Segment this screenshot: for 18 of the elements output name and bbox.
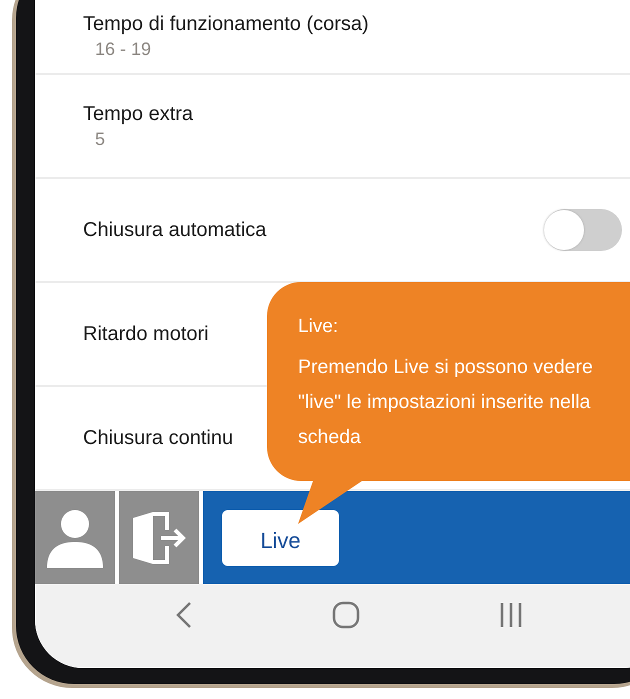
back-icon[interactable] xyxy=(174,601,192,629)
toggle-switch[interactable] xyxy=(544,209,622,251)
setting-label: Chiusura continu xyxy=(83,426,234,450)
setting-label: Tempo extra xyxy=(83,102,194,126)
callout-text: Premendo Live si possono vedere "live" le impostazioni inserite nella scheda xyxy=(298,355,594,450)
person-icon xyxy=(44,508,106,568)
callout-title: Live: xyxy=(298,316,340,338)
setting-label: Ritardo motori xyxy=(83,322,209,346)
user-button[interactable] xyxy=(35,491,115,584)
setting-label: Chiusura automatica xyxy=(83,218,266,242)
setting-value: 16 - 19 xyxy=(95,39,152,60)
setting-label: Tempo di funzionamento (corsa) xyxy=(83,13,369,36)
recent-apps-icon[interactable] xyxy=(498,602,522,628)
door-exit-icon xyxy=(131,512,187,564)
live-button[interactable]: Live xyxy=(222,510,339,566)
setting-value: 5 xyxy=(95,128,106,150)
logout-button[interactable] xyxy=(119,491,199,584)
home-icon[interactable] xyxy=(332,601,360,629)
